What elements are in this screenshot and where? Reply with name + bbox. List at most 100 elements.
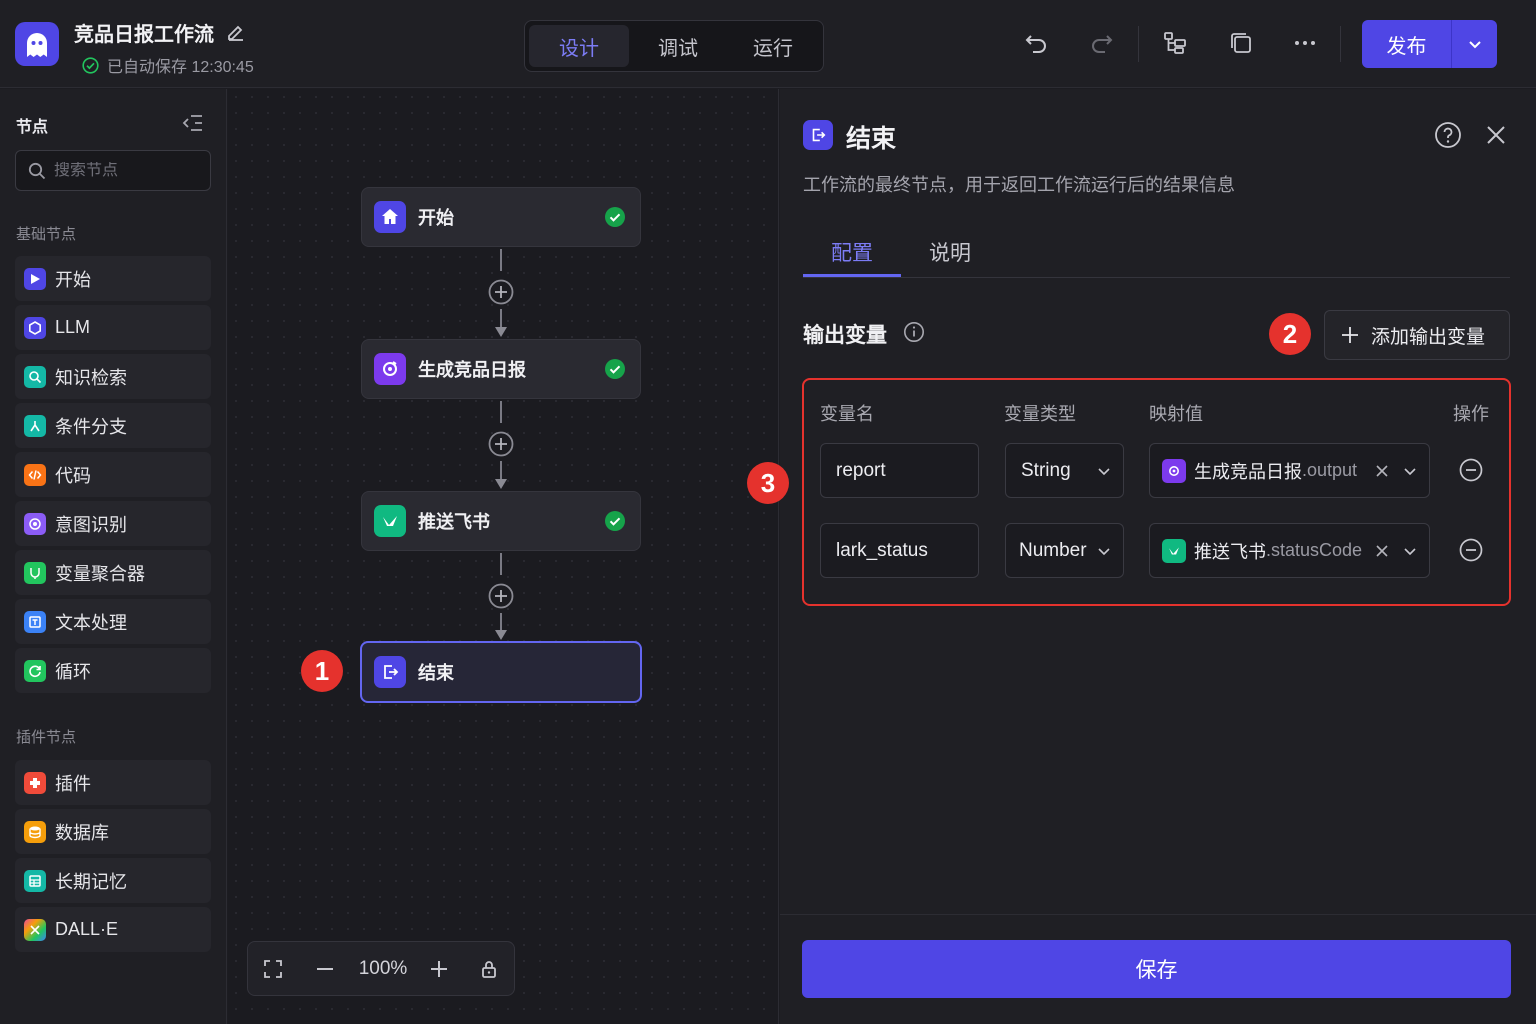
sidebar-item-label: 数据库 [55,822,109,843]
text-process-icon [24,610,46,633]
edit-pencil-icon[interactable] [226,22,246,42]
tab-config[interactable]: 配置 [831,237,873,267]
close-icon[interactable] [1484,123,1508,147]
tab-design[interactable]: 设计 [529,25,629,67]
arrow-down-icon [495,479,507,489]
zoom-in-button[interactable] [414,941,464,996]
mapping-value-select[interactable]: 生成竞品日报 .output [1149,443,1430,498]
layout-icon[interactable] [1162,30,1188,56]
add-output-variable-button[interactable]: 添加输出变量 [1324,310,1510,360]
variable-name-input[interactable]: report [820,443,979,498]
node-end[interactable]: 结束 [360,641,642,703]
sidebar-item-dalle[interactable]: DALL·E [15,907,211,952]
edge-line [500,249,502,271]
sidebar-item-label: 条件分支 [55,416,127,437]
chevron-down-icon [1098,548,1110,556]
sidebar-item-llm[interactable]: LLM [15,305,211,350]
sidebar-item-aggregator[interactable]: 变量聚合器 [15,550,211,595]
intent-icon [24,512,46,535]
sidebar-item-text-process[interactable]: 文本处理 [15,599,211,644]
ghost-logo-icon[interactable] [15,22,59,66]
tab-run[interactable]: 运行 [727,25,819,67]
mapping-field-name: .statusCode [1266,540,1363,560]
fullscreen-icon [264,959,282,978]
tab-debug[interactable]: 调试 [629,25,727,67]
sidebar-item-label: 开始 [55,269,91,290]
sidebar-item-label: LLM [55,317,91,337]
plugin-icon [24,771,46,794]
info-icon[interactable] [903,321,925,343]
variable-type-select[interactable]: Number [1005,523,1124,578]
sidebar-item-intent[interactable]: 意图识别 [15,501,211,546]
success-check-icon [605,359,625,379]
node-push-lark[interactable]: 推送飞书 [361,491,641,551]
undo-icon[interactable] [1024,30,1050,56]
annotation-badge-2: 2 [1269,313,1311,355]
output-variables-title: 输出变量 [803,324,887,347]
memory-icon [24,869,46,892]
workflow-title: 竞品日报工作流 [74,24,214,46]
play-icon [24,267,46,290]
lock-canvas-button[interactable] [464,941,514,996]
zoom-toolbar: 100% [247,941,515,996]
node-search [15,150,211,191]
variable-type-value: String [1021,459,1071,481]
zoom-out-button[interactable] [298,941,352,996]
node-generate-report[interactable]: 生成竞品日报 [361,339,641,399]
arrow-down-icon [495,327,507,337]
node-search-input[interactable] [54,161,194,180]
footer-divider [780,914,1536,915]
sidebar-item-database[interactable]: 数据库 [15,809,211,854]
plus-icon [431,960,447,977]
add-node-icon[interactable] [487,582,515,610]
publish-dropdown-button[interactable] [1452,20,1497,68]
clear-icon[interactable] [1375,464,1389,478]
redo-icon[interactable] [1088,30,1114,56]
sidebar-item-branch[interactable]: 条件分支 [15,403,211,448]
sidebar-title: 节点 [16,119,49,136]
edge-line [500,401,502,423]
sidebar-item-knowledge-search[interactable]: 知识检索 [15,354,211,399]
top-bar: 竞品日报工作流 已自动保存 12:30:45 设计 调试 运行 发布 [0,0,1536,88]
variable-name-input[interactable]: lark_status [820,523,979,578]
edge-line [500,613,502,630]
sidebar-item-loop[interactable]: 循环 [15,648,211,693]
loop-icon [24,659,46,682]
tab-description[interactable]: 说明 [929,237,971,267]
aggregator-icon [24,561,46,584]
code-icon [24,463,46,486]
workflow-canvas[interactable]: 开始 生成竞品日报 推送飞书 结束 1 100% [228,89,779,1024]
sidebar-item-code[interactable]: 代码 [15,452,211,497]
node-sidebar: 节点 基础节点 开始 LLM 知识检索 条件分支 代码 意图识别 变量聚合器 文… [0,89,227,1024]
mapping-value-select[interactable]: 推送飞书 .statusCode [1149,523,1430,578]
node-start[interactable]: 开始 [361,187,641,247]
node-label: 推送飞书 [418,512,490,532]
autosave-text: 已自动保存 12:30:45 [107,59,254,76]
more-icon[interactable] [1292,30,1318,56]
mode-tabs: 设计 调试 运行 [524,20,824,72]
fit-view-button[interactable] [248,941,298,996]
annotation-badge-1: 1 [301,650,343,692]
plugin-nodes-heading: 插件节点 [16,729,77,746]
autosave-status: 已自动保存 12:30:45 [82,53,254,77]
variable-type-select[interactable]: String [1005,443,1124,498]
collapse-sidebar-icon[interactable] [182,112,204,134]
end-icon [374,656,406,688]
output-variables-table: 变量名 变量类型 映射值 操作 report String 生成竞品日报 .out… [802,378,1511,606]
sidebar-item-plugin[interactable]: 插件 [15,760,211,805]
check-circle-icon [82,56,99,74]
mapping-field-name: .output [1302,460,1358,480]
sidebar-item-memory[interactable]: 长期记忆 [15,858,211,903]
add-node-icon[interactable] [487,430,515,458]
panel-tabs: 配置 说明 [803,229,1510,278]
sidebar-item-start[interactable]: 开始 [15,256,211,301]
clear-icon[interactable] [1375,544,1389,558]
save-button[interactable]: 保存 [802,940,1511,998]
publish-button[interactable]: 发布 [1362,20,1452,68]
database-icon [24,820,46,843]
add-node-icon[interactable] [487,278,515,306]
remove-row-icon[interactable] [1459,458,1483,482]
help-icon[interactable] [1434,121,1462,149]
copy-icon[interactable] [1228,30,1254,56]
remove-row-icon[interactable] [1459,538,1483,562]
